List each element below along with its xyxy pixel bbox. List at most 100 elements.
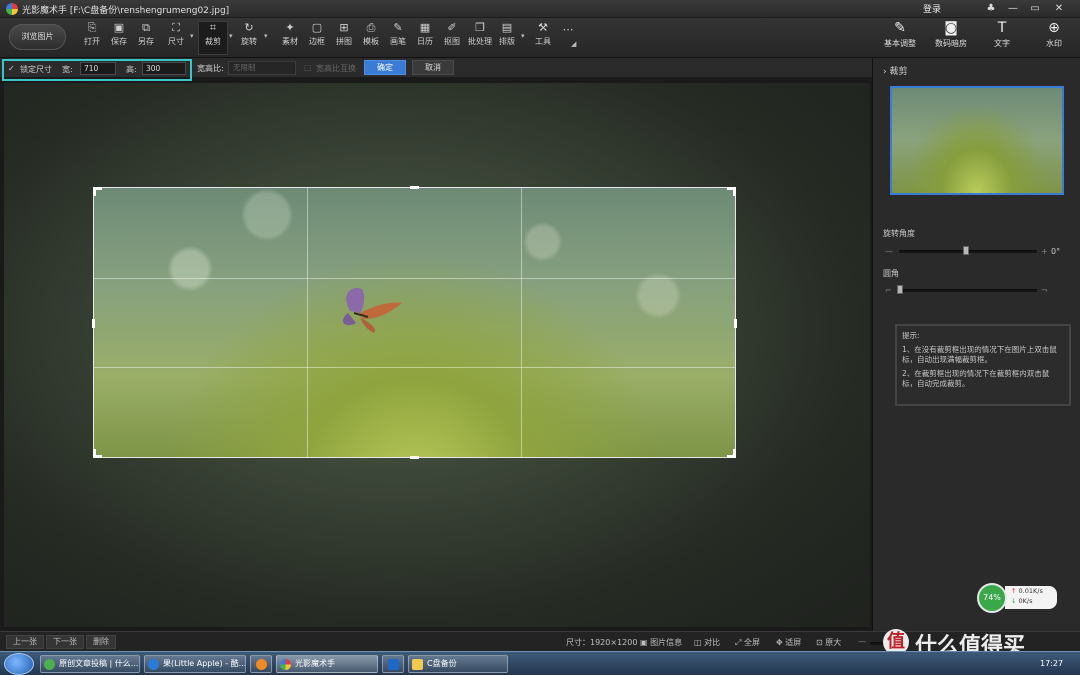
cutout-button[interactable]: ✐ 抠图 bbox=[437, 22, 467, 47]
crop-frame[interactable] bbox=[92, 186, 737, 459]
lock-check-icon[interactable]: ✓ bbox=[8, 64, 15, 73]
corner-radius-label: 圆角 bbox=[883, 269, 899, 278]
open-button[interactable]: ⎘ 打开 bbox=[77, 22, 107, 47]
taskbar-item-photo-editor[interactable]: 光影魔术手 bbox=[276, 655, 378, 673]
taskbar-item-music[interactable]: 果(Little Apple) - 酷... bbox=[144, 655, 246, 673]
minimize-icon[interactable]: — bbox=[1002, 1, 1024, 16]
taskbar-item-browser[interactable]: 原创文章投稿 | 什么... bbox=[40, 655, 140, 673]
text-tab[interactable]: T 文字 bbox=[977, 21, 1027, 49]
fit-screen-button[interactable]: ✥ 适屏 bbox=[776, 637, 801, 648]
crop-handle-bottom-left[interactable] bbox=[93, 449, 102, 458]
basic-adjust-tab[interactable]: ✎ 基本调整 bbox=[875, 21, 925, 49]
memory-usage-circle[interactable]: 74% bbox=[977, 583, 1007, 613]
radius-slider-thumb[interactable] bbox=[897, 285, 903, 294]
start-button-icon[interactable] bbox=[4, 653, 34, 675]
window-title: 光影魔术手 [F:\C盘备份\renshengrumeng02.jpg] bbox=[22, 6, 230, 16]
layout-button[interactable]: ▤ 排版 bbox=[492, 22, 522, 47]
confirm-button[interactable]: 确定 bbox=[364, 60, 406, 75]
prev-image-button[interactable]: 上一张 bbox=[6, 635, 44, 649]
crop-icon: ⌗ bbox=[209, 21, 217, 34]
collage-button[interactable]: ⊞ 拼图 bbox=[329, 22, 359, 47]
taskbar-item-folder[interactable]: C盘备份 bbox=[408, 655, 508, 673]
rotate-dropdown-icon[interactable]: ▾ bbox=[264, 32, 268, 40]
music-icon bbox=[148, 659, 159, 670]
maximize-icon[interactable]: ▭ bbox=[1024, 1, 1046, 16]
fullscreen-button[interactable]: ⤢ 全屏 bbox=[735, 637, 760, 648]
height-input[interactable]: 300 bbox=[142, 62, 186, 75]
swap-checkbox[interactable]: □ bbox=[304, 63, 312, 72]
skin-icon[interactable]: ♣ bbox=[980, 1, 1002, 16]
download-speed: 0K/s bbox=[1018, 597, 1033, 605]
app-logo-icon bbox=[6, 3, 18, 15]
actual-size-label: 原大 bbox=[825, 638, 842, 647]
watermark-tab[interactable]: ⊕ 水印 bbox=[1029, 21, 1079, 49]
calendar-button[interactable]: ▦ 日历 bbox=[410, 22, 440, 47]
login-link[interactable]: 登录 bbox=[923, 2, 941, 15]
calendar-icon: ▦ bbox=[419, 21, 431, 34]
template-button[interactable]: ⎙ 模板 bbox=[356, 22, 386, 47]
darkroom-tab[interactable]: ◙ 数码暗房 bbox=[926, 21, 976, 49]
material-button[interactable]: ✦ 素材 bbox=[275, 22, 305, 47]
browse-images-button[interactable]: 浏览图片 bbox=[9, 24, 66, 50]
rotate-icon: ↻ bbox=[244, 21, 254, 34]
crop-handle-bottom[interactable] bbox=[410, 456, 419, 459]
wrench-icon: ⚒ bbox=[538, 21, 548, 34]
system-clock[interactable]: 17:27 bbox=[1040, 659, 1063, 668]
crop-button[interactable]: ⌗ 裁剪 bbox=[198, 21, 228, 55]
expand-icon[interactable]: ◢ bbox=[571, 40, 576, 48]
lock-size-label: 锁定尺寸 bbox=[20, 65, 52, 74]
layout-dropdown-icon[interactable]: ▾ bbox=[521, 32, 525, 40]
save-as-button[interactable]: ⧉ 另存 bbox=[131, 22, 161, 47]
radius-slider[interactable] bbox=[897, 289, 1037, 292]
crop-handle-left[interactable] bbox=[92, 319, 95, 328]
fit-screen-label: 适屏 bbox=[785, 638, 802, 647]
zoom-out-icon[interactable]: — bbox=[858, 637, 866, 646]
crop-dropdown-icon[interactable]: ▾ bbox=[229, 32, 233, 40]
size-dropdown-icon[interactable]: ▾ bbox=[190, 32, 194, 40]
tips-title: 提示: bbox=[902, 331, 920, 340]
image-canvas[interactable] bbox=[4, 83, 870, 627]
crop-panel-title: › 裁剪 bbox=[883, 67, 908, 77]
right-panel: › 裁剪 旋转角度 — + 0° 圆角 ⌐ ¬ 提示: 1、在没有裁剪框出现的情… bbox=[872, 58, 1080, 631]
width-input[interactable]: 710 bbox=[80, 62, 116, 75]
border-label: 边框 bbox=[309, 37, 325, 46]
brush-button[interactable]: ✎ 画笔 bbox=[383, 22, 413, 47]
crop-handle-right[interactable] bbox=[734, 319, 737, 328]
more-icon: ⋯ bbox=[562, 23, 574, 36]
rotate-minus-icon[interactable]: — bbox=[885, 247, 893, 256]
compare-button[interactable]: ◫ 对比 bbox=[694, 637, 720, 648]
taskbar-item-app[interactable] bbox=[250, 655, 272, 673]
crop-handle-top[interactable] bbox=[410, 186, 419, 189]
actual-size-button[interactable]: ⊡ 原大 bbox=[816, 637, 841, 648]
taskbar-item-label: 光影魔术手 bbox=[295, 659, 335, 668]
save-button[interactable]: ▣ 保存 bbox=[104, 22, 134, 47]
close-icon[interactable]: ✕ bbox=[1048, 1, 1070, 16]
rotate-plus-icon[interactable]: + bbox=[1041, 247, 1048, 256]
butterfly-image bbox=[342, 287, 402, 333]
crop-handle-top-right[interactable] bbox=[727, 187, 736, 196]
taskbar-item-label: 果(Little Apple) - 酷... bbox=[163, 659, 246, 668]
taskbar-item-tool[interactable] bbox=[382, 655, 404, 673]
cancel-button[interactable]: 取消 bbox=[412, 60, 454, 75]
save-label: 保存 bbox=[111, 37, 127, 46]
tip-2: 2、在裁剪框出现的情况下在裁剪框内双击鼠标，自动完成裁剪。 bbox=[902, 369, 1050, 388]
size-button[interactable]: ⛶ 尺寸 bbox=[161, 22, 191, 47]
border-button[interactable]: ▢ 边框 bbox=[302, 22, 332, 47]
crop-handle-bottom-right[interactable] bbox=[727, 449, 736, 458]
rotate-button[interactable]: ↻ 旋转 bbox=[234, 22, 264, 47]
crop-handle-top-left[interactable] bbox=[93, 187, 102, 196]
rotate-value: 0° bbox=[1051, 247, 1061, 256]
next-image-button[interactable]: 下一张 bbox=[46, 635, 84, 649]
preview-thumbnail[interactable] bbox=[890, 86, 1064, 195]
delete-button[interactable]: 删除 bbox=[86, 635, 116, 649]
download-arrow-icon: ↓ bbox=[1011, 597, 1017, 605]
rotate-slider-thumb[interactable] bbox=[963, 246, 969, 255]
ratio-select[interactable]: 无限制 bbox=[228, 61, 296, 75]
compare-label: 对比 bbox=[704, 638, 721, 647]
image-info-button[interactable]: ▣ 图片信息 bbox=[640, 637, 682, 648]
swap-ratio-label: 宽高比互换 bbox=[316, 64, 356, 73]
watermark-label: 水印 bbox=[1046, 39, 1062, 48]
more-button[interactable]: ⋯ bbox=[553, 24, 583, 38]
network-monitor-widget[interactable]: ↑ 0.01K/s ↓ 0K/s 74% bbox=[975, 583, 1060, 613]
folder-icon bbox=[412, 659, 423, 670]
